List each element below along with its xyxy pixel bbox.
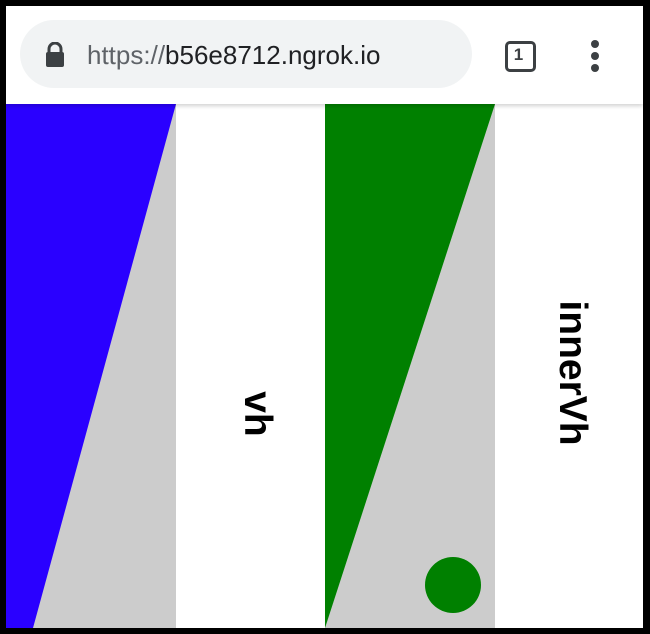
page-content: vh innerVh xyxy=(6,104,643,628)
tab-count: 1 xyxy=(513,45,524,64)
test-graphics xyxy=(6,104,643,628)
tab-switcher-button[interactable]: 1 xyxy=(503,39,537,73)
menu-dot xyxy=(591,40,599,48)
url-host: b56e8712.ngrok.io xyxy=(165,40,381,70)
menu-dot xyxy=(591,52,599,60)
more-vert-icon[interactable] xyxy=(583,38,607,74)
menu-dot xyxy=(591,64,599,72)
address-bar[interactable]: https://b56e8712.ngrok.io xyxy=(20,20,472,88)
lock-icon[interactable] xyxy=(44,41,66,68)
url-scheme: https:// xyxy=(87,40,166,70)
url-text[interactable]: https://b56e8712.ngrok.io xyxy=(87,39,380,71)
innervh-label: innerVh xyxy=(551,300,594,446)
phone-screen: https://b56e8712.ngrok.io 1 vh innerVh xyxy=(6,6,643,628)
green-circle xyxy=(425,557,481,613)
browser-toolbar: https://b56e8712.ngrok.io 1 xyxy=(6,6,643,104)
vh-label: vh xyxy=(236,391,279,437)
